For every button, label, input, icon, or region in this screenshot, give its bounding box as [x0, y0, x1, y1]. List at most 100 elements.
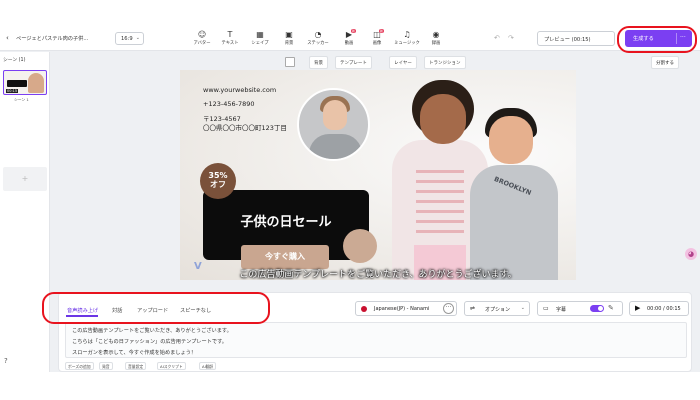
script-line: この広告動画テンプレートをご覧いただき、ありがとうございます。	[72, 328, 232, 334]
options-dropdown[interactable]: ⇌ オプション ⌄	[464, 301, 530, 316]
highlight-generate	[617, 26, 697, 53]
subtitle-toggle[interactable]	[590, 305, 604, 312]
add-scene-button[interactable]: +	[3, 167, 47, 191]
tool-shape-label: シェイプ	[251, 41, 269, 46]
sale-title[interactable]: 子供の日セール	[203, 211, 369, 230]
chevron-down-icon: ⌄	[135, 35, 140, 41]
tool-sticker[interactable]: ◔ ステッカー	[303, 30, 333, 46]
undo-icon[interactable]: ↶	[494, 34, 500, 42]
preview-button[interactable]: プレビュー (00:15)	[537, 31, 615, 46]
transition-button[interactable]: トランジション	[424, 56, 466, 69]
tool-background-label: 背景	[284, 41, 294, 46]
shape-icon: ▦	[256, 30, 264, 39]
record-icon: ◉	[432, 30, 440, 39]
assistant-bubble-icon[interactable]: ◕	[685, 248, 697, 260]
shirt-stripe	[416, 180, 464, 183]
tool-avatar-label: アバター	[193, 41, 211, 46]
chip-add-pause[interactable]: ポーズの追加	[65, 362, 94, 370]
transition-label: トランジション	[429, 61, 461, 66]
options-label: オプション	[485, 307, 511, 313]
voice-value: Japanese(JP) - Nanami	[374, 306, 430, 312]
address-text[interactable]: 〇〇県〇〇市〇〇町123丁目	[203, 122, 287, 132]
tool-shape[interactable]: ▦ シェイプ	[245, 30, 275, 46]
decorative-circle	[343, 229, 377, 263]
tool-video-label: 動画	[344, 41, 354, 46]
discount-off: オフ	[210, 180, 226, 189]
caption-subtitle: この広告動画テンプレートをご覧いただき、ありがとうございます。	[239, 270, 517, 280]
subtitle-label: 字幕	[556, 307, 567, 313]
scene-thumbnail[interactable]: 00:15	[3, 70, 47, 95]
tool-record[interactable]: ◉ 録画	[421, 30, 451, 46]
tool-record-label: 録画	[431, 41, 441, 46]
voice-select[interactable]: Japanese(JP) - Nanami	[355, 301, 457, 316]
script-textarea[interactable]: この広告動画テンプレートをご覧いただき、ありがとうございます。 こちらは「こども…	[65, 322, 687, 358]
music-icon: ♫	[403, 30, 411, 39]
phone-text[interactable]: +123-456-7890	[203, 100, 255, 108]
japan-flag-icon	[361, 306, 367, 312]
background-button[interactable]: 背景	[309, 56, 328, 69]
sticker-icon: ◔	[314, 30, 322, 39]
discount-percent: 35%	[208, 171, 228, 180]
tool-background[interactable]: ▣ 背景	[274, 30, 304, 46]
help-icon[interactable]: ?	[4, 357, 8, 365]
thumb-kids	[28, 73, 44, 93]
scene-name: シーン 1	[14, 97, 29, 102]
background-label: 背景	[314, 61, 323, 66]
shirt-stripe	[416, 220, 464, 223]
voice-more-icon[interactable]: ···	[443, 303, 454, 314]
shirt-stripe	[416, 190, 464, 193]
kid-boy-face	[489, 116, 533, 164]
tool-video[interactable]: ▶ 新 動画	[334, 29, 364, 46]
aspect-ratio-value: 16:9	[121, 36, 133, 42]
background-icon: ▣	[285, 30, 293, 39]
tool-text-label: テキスト	[221, 41, 239, 46]
script-line: こちらは「こどもの日ファッション」の広告用テンプレートです。	[72, 339, 227, 345]
scenes-panel: シーン (1) 00:15 シーン 1 + ?	[0, 52, 50, 372]
discount-badge[interactable]: 35% オフ	[200, 163, 236, 199]
top-toolbar: ‹ ページェとパステル肉の子供... 16:9 ⌄ ☺ アバター T テキスト …	[0, 27, 700, 51]
playback-time: 00:00 / 00:15	[647, 306, 681, 312]
buy-now-button[interactable]: 今すぐ購入	[241, 245, 329, 269]
website-text[interactable]: www.yourwebsite.com	[203, 86, 276, 94]
shirt-stripe	[416, 170, 464, 173]
text-icon: T	[227, 30, 233, 39]
play-icon[interactable]: ▶	[635, 304, 640, 312]
subtitle-control[interactable]: ▭ 字幕 ✎	[537, 301, 623, 316]
select-checkbox[interactable]	[285, 57, 295, 67]
playback-control[interactable]: ▶ 00:00 / 00:15	[629, 301, 689, 316]
avatar-body	[309, 134, 362, 159]
template-label: テンプレート	[340, 61, 367, 66]
tool-music[interactable]: ♫ ミュージック	[392, 30, 422, 46]
layer-button[interactable]: レイヤー	[389, 56, 417, 69]
new-badge: 新	[351, 29, 357, 33]
chip-ai-translate[interactable]: AI翻訳	[199, 362, 217, 370]
new-badge: 新	[379, 29, 385, 33]
tool-music-label: ミュージック	[394, 41, 420, 46]
tool-text[interactable]: T テキスト	[215, 30, 245, 46]
avatar-icon: ☺	[197, 30, 207, 39]
thumb-sale-box	[7, 80, 27, 87]
template-button[interactable]: テンプレート	[335, 56, 372, 69]
script-line: スローガンを表示して、今すぐ作成を始めましょう！	[72, 350, 197, 356]
tool-image[interactable]: ◫ 新 画像	[362, 29, 392, 46]
chip-ai-script[interactable]: AIスクリプト	[157, 362, 186, 370]
shirt-stripe	[416, 210, 464, 213]
tool-avatar[interactable]: ☺ アバター	[187, 30, 217, 46]
shirt-stripe	[416, 200, 464, 203]
redo-icon[interactable]: ↷	[508, 34, 514, 42]
project-title[interactable]: ページェとパステル肉の子供...	[16, 35, 88, 42]
plus-icon: +	[21, 174, 29, 183]
tool-image-label: 画像	[372, 41, 382, 46]
scenes-label: シーン (1)	[3, 58, 26, 63]
pen-icon[interactable]: ✎	[608, 304, 614, 312]
presenter-avatar[interactable]	[297, 88, 370, 161]
video-icon: ▶	[345, 30, 353, 39]
video-canvas[interactable]: www.yourwebsite.com +123-456-7890 〒123-4…	[180, 70, 576, 280]
back-arrow-icon[interactable]: ‹	[6, 34, 9, 42]
split-button[interactable]: 分割する	[651, 56, 679, 69]
tool-sticker-label: ステッカー	[307, 41, 329, 46]
chip-volume[interactable]: 音量設定	[125, 362, 147, 370]
chip-pronunciation[interactable]: 発音	[99, 362, 113, 370]
shirt-stripe	[416, 230, 464, 233]
aspect-ratio-dropdown[interactable]: 16:9 ⌄	[115, 32, 144, 45]
